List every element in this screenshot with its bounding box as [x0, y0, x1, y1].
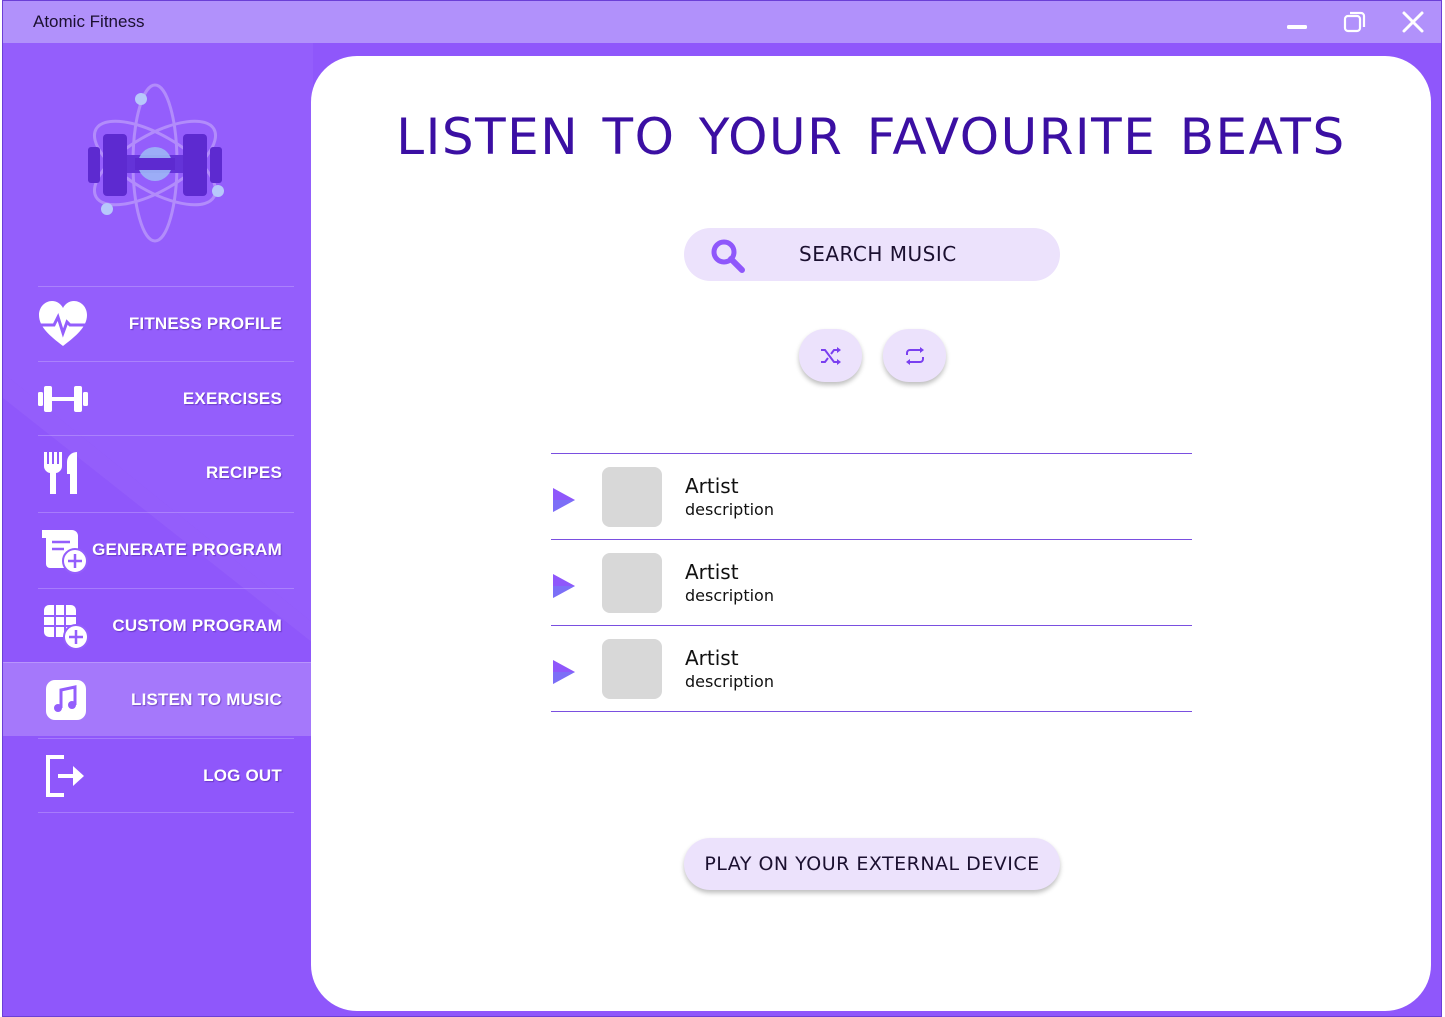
shuffle-icon [820, 346, 841, 365]
track-row[interactable]: Artist description [551, 453, 1192, 539]
album-thumbnail [602, 639, 662, 699]
close-icon [1402, 11, 1424, 33]
shuffle-button[interactable] [799, 329, 862, 382]
play-icon[interactable] [551, 659, 577, 685]
nav-custom-program[interactable]: CUSTOM PROGRAM [38, 588, 294, 662]
restore-button[interactable] [1338, 7, 1372, 37]
play-external-device-button[interactable]: PLAY ON YOUR EXTERNAL DEVICE [684, 838, 1060, 890]
nav-label: EXERCISES [182, 389, 282, 408]
minimize-icon [1287, 25, 1307, 29]
play-icon[interactable] [551, 487, 577, 513]
nav-label: FITNESS PROFILE [128, 314, 282, 333]
restore-icon [1343, 11, 1366, 33]
nav-label: LOG OUT [203, 766, 282, 785]
album-thumbnail [602, 467, 662, 527]
nav-listen-to-music[interactable]: LISTEN TO MUSIC [3, 662, 313, 736]
search-bar[interactable]: SEARCH MUSIC [684, 228, 1060, 281]
main-panel: LISTEN TO YOUR FAVOURITE BEATS SEARCH MU… [311, 56, 1431, 1011]
nav-label: GENERATE PROGRAM [92, 540, 282, 559]
nav-recipes[interactable]: RECIPES [38, 435, 294, 509]
repeat-button[interactable] [883, 329, 946, 382]
sidebar: FITNESS PROFILE EXERCISES RECIPES GENERA… [3, 43, 313, 1016]
logout-icon [40, 751, 90, 801]
track-description: description [685, 586, 774, 605]
nav-label: LISTEN TO MUSIC [131, 690, 282, 709]
nav-exercises[interactable]: EXERCISES [38, 361, 294, 435]
app-logo [88, 83, 224, 243]
sidebar-divider [38, 812, 294, 813]
minimize-button[interactable] [1280, 7, 1314, 37]
search-placeholder: SEARCH MUSIC [799, 242, 957, 266]
play-icon[interactable] [551, 573, 577, 599]
track-artist: Artist [685, 560, 739, 584]
music-note-icon [41, 675, 91, 725]
track-row[interactable]: Artist description [551, 539, 1192, 625]
track-list: Artist description Artist description Ar… [551, 453, 1192, 712]
nav-label: RECIPES [205, 463, 282, 482]
nav-fitness-profile[interactable]: FITNESS PROFILE [38, 286, 294, 360]
nav-generate-program[interactable]: GENERATE PROGRAM [38, 512, 294, 586]
dumbbell-icon [38, 374, 88, 424]
repeat-icon [905, 346, 924, 365]
app-window: Atomic Fitness FITNESS PROFILE EXERCISES… [2, 0, 1442, 1017]
custom-program-icon [40, 601, 90, 651]
title-bar[interactable]: Atomic Fitness [3, 1, 1441, 43]
nav-log-out[interactable]: LOG OUT [38, 738, 294, 812]
fork-knife-icon [38, 448, 88, 498]
search-icon [711, 239, 745, 273]
page-title: LISTEN TO YOUR FAVOURITE BEATS [396, 108, 1346, 166]
track-description: description [685, 672, 774, 691]
generate-program-icon [40, 525, 90, 575]
nav-label: CUSTOM PROGRAM [112, 616, 282, 635]
track-description: description [685, 500, 774, 519]
track-artist: Artist [685, 474, 739, 498]
heart-pulse-icon [38, 299, 88, 349]
window-title: Atomic Fitness [33, 12, 145, 31]
track-row[interactable]: Artist description [551, 625, 1192, 712]
album-thumbnail [602, 553, 662, 613]
track-artist: Artist [685, 646, 739, 670]
close-button[interactable] [1396, 7, 1430, 37]
